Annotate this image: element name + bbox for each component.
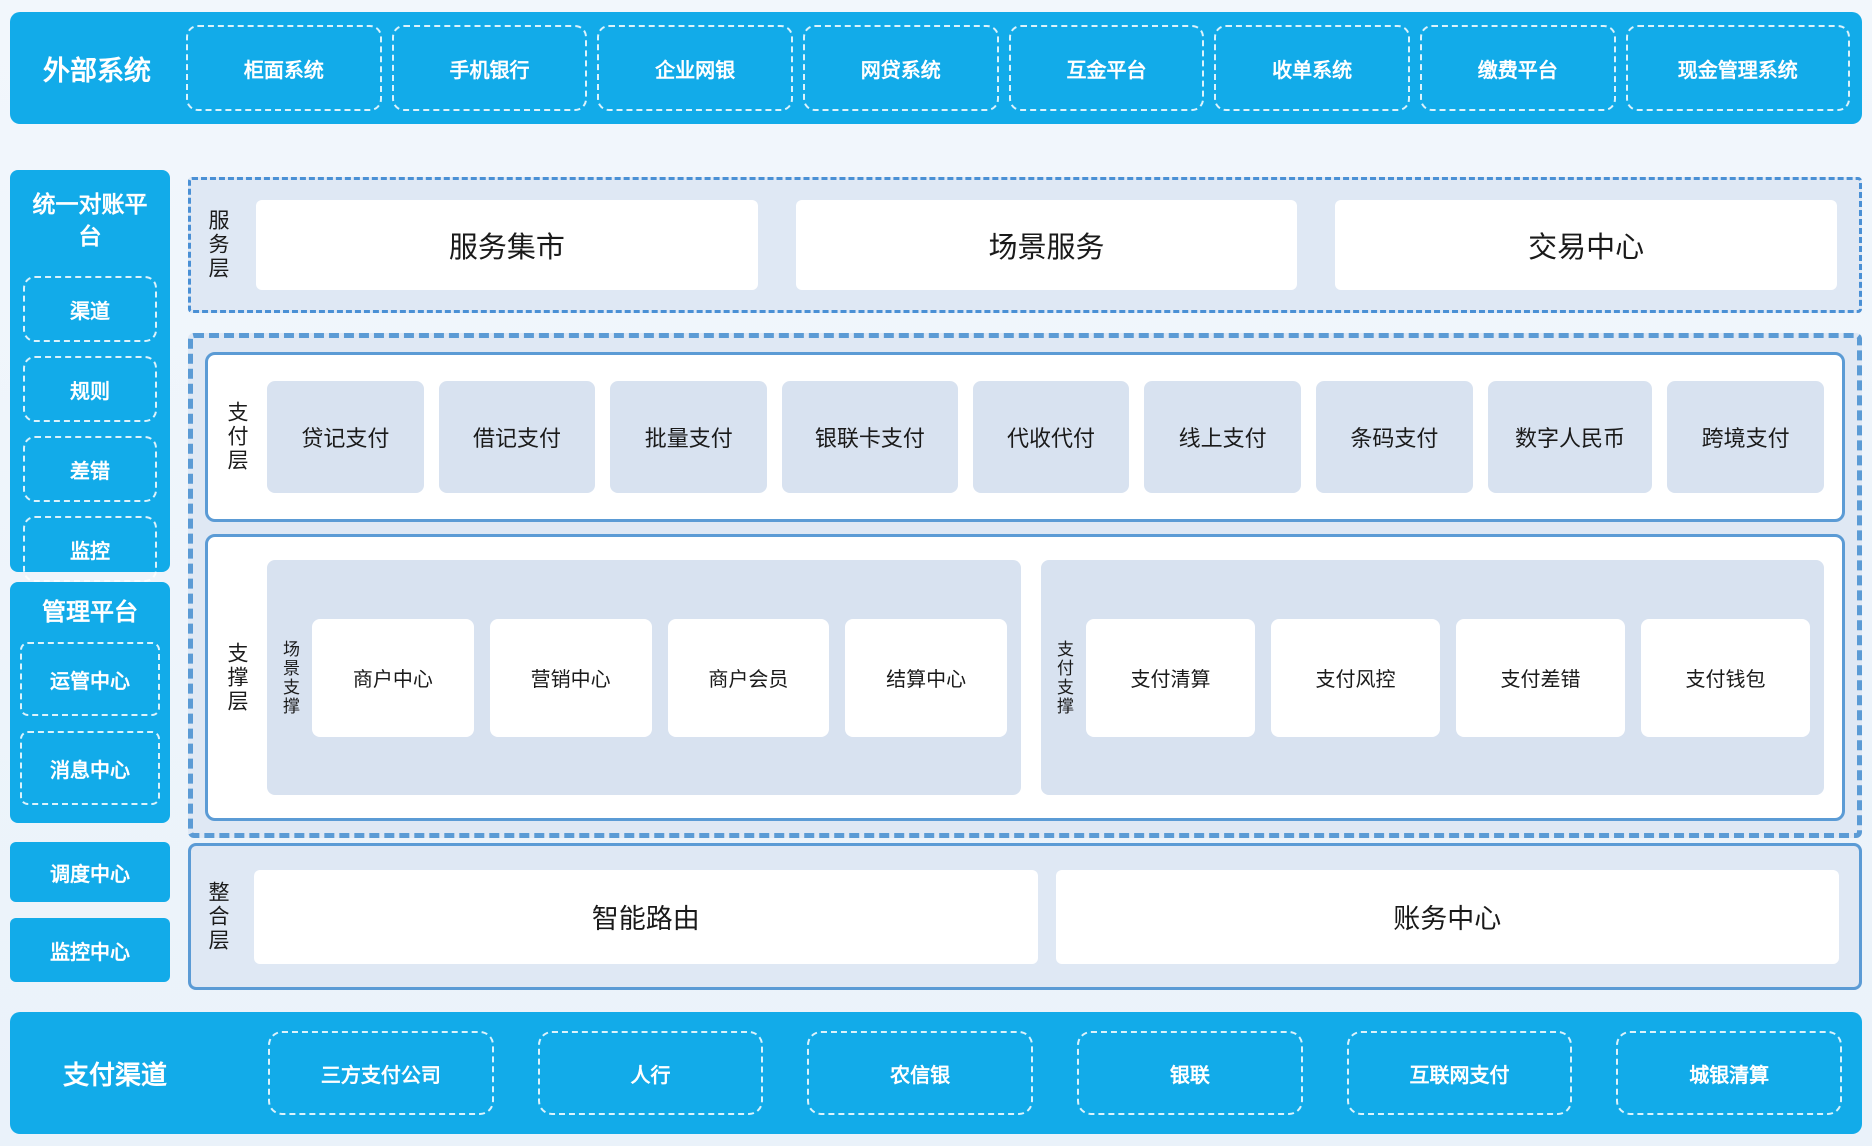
- payment-node: 批量支付: [610, 381, 767, 493]
- service-layer-items: 服务集市 场景服务 交易中心: [256, 200, 1837, 290]
- payment-channel-node: 三方支付公司: [268, 1031, 494, 1115]
- support-layer-groups: 场景支撑 商户中心 营销中心 商户会员 结算中心 支付支撑 支付清算 支付风控 …: [267, 560, 1824, 795]
- payment-channel-node: 互联网支付: [1347, 1031, 1573, 1115]
- integration-layer-items: 智能路由 账务中心: [254, 870, 1839, 964]
- support-node: 支付钱包: [1641, 619, 1810, 737]
- external-system-node: 手机银行: [392, 25, 588, 111]
- payment-channels-items: 三方支付公司 人行 农信银 银联 互联网支付 城银清算: [268, 1031, 1842, 1115]
- payment-node: 代收代付: [973, 381, 1130, 493]
- external-system-node: 互金平台: [1009, 25, 1205, 111]
- external-system-node: 企业网银: [597, 25, 793, 111]
- external-systems-title: 外部系统: [22, 49, 172, 88]
- payment-channel-node: 农信银: [807, 1031, 1033, 1115]
- reconciliation-node: 差错: [23, 436, 157, 502]
- scene-support-label: 场景支撑: [281, 640, 298, 716]
- management-platform: 管理平台 运管中心 消息中心: [10, 582, 170, 823]
- payment-node: 跨境支付: [1667, 381, 1824, 493]
- payment-node: 数字人民币: [1488, 381, 1653, 493]
- payment-support-container: 支付层 贷记支付 借记支付 批量支付 银联卡支付 代收代付 线上支付 条码支付 …: [188, 333, 1862, 838]
- management-node: 消息中心: [20, 731, 160, 805]
- integration-node: 账务中心: [1056, 870, 1840, 964]
- service-node: 场景服务: [796, 200, 1298, 290]
- payment-channels-title: 支付渠道: [30, 1055, 200, 1092]
- payment-node: 条码支付: [1316, 381, 1473, 493]
- payment-channel-node: 银联: [1077, 1031, 1303, 1115]
- external-system-node: 现金管理系统: [1626, 25, 1850, 111]
- payment-channels-bar: 支付渠道 三方支付公司 人行 农信银 银联 互联网支付 城银清算: [10, 1012, 1862, 1134]
- support-layer: 支撑层 场景支撑 商户中心 营销中心 商户会员 结算中心 支付支撑 支付清算: [205, 534, 1845, 821]
- payment-layer-items: 贷记支付 借记支付 批量支付 银联卡支付 代收代付 线上支付 条码支付 数字人民…: [267, 381, 1824, 493]
- support-node: 商户中心: [312, 619, 474, 737]
- dispatch-center-box: 调度中心: [10, 842, 170, 902]
- reconciliation-node: 监控: [23, 516, 157, 582]
- payment-channel-node: 人行: [538, 1031, 764, 1115]
- management-node: 运管中心: [20, 642, 160, 716]
- reconciliation-platform-title: 统一对账平台: [23, 188, 157, 252]
- support-layer-label: 支撑层: [226, 642, 247, 714]
- integration-node: 智能路由: [254, 870, 1038, 964]
- service-layer: 服务层 服务集市 场景服务 交易中心: [188, 177, 1862, 313]
- payment-channel-node: 城银清算: [1616, 1031, 1842, 1115]
- external-system-node: 收单系统: [1214, 25, 1410, 111]
- service-node: 交易中心: [1335, 200, 1837, 290]
- external-system-node: 网贷系统: [803, 25, 999, 111]
- payment-node: 银联卡支付: [782, 381, 958, 493]
- payment-node: 借记支付: [439, 381, 596, 493]
- payment-node: 贷记支付: [267, 381, 424, 493]
- integration-layer-label: 整合层: [207, 881, 228, 953]
- reconciliation-platform: 统一对账平台 渠道 规则 差错 监控: [10, 170, 170, 572]
- payment-architecture-diagram: 外部系统 柜面系统 手机银行 企业网银 网贷系统 互金平台 收单系统 缴费平台 …: [0, 0, 1872, 1146]
- support-node: 商户会员: [668, 619, 830, 737]
- scene-support-group: 场景支撑 商户中心 营销中心 商户会员 结算中心: [267, 560, 1021, 795]
- payment-support-label: 支付支撑: [1055, 640, 1072, 716]
- support-node: 结算中心: [845, 619, 1007, 737]
- service-layer-label: 服务层: [207, 209, 228, 281]
- support-node: 支付风控: [1271, 619, 1440, 737]
- payment-layer-label: 支付层: [226, 401, 247, 473]
- management-platform-title: 管理平台: [20, 596, 160, 630]
- external-system-node: 缴费平台: [1420, 25, 1616, 111]
- management-items: 运管中心 消息中心: [20, 642, 160, 805]
- payment-layer: 支付层 贷记支付 借记支付 批量支付 银联卡支付 代收代付 线上支付 条码支付 …: [205, 352, 1845, 522]
- support-node: 营销中心: [490, 619, 652, 737]
- integration-layer: 整合层 智能路由 账务中心: [188, 843, 1862, 990]
- service-node: 服务集市: [256, 200, 758, 290]
- payment-node: 线上支付: [1144, 381, 1301, 493]
- reconciliation-node: 渠道: [23, 276, 157, 342]
- support-node: 支付差错: [1456, 619, 1625, 737]
- monitor-center-box: 监控中心: [10, 918, 170, 982]
- external-systems-bar: 外部系统 柜面系统 手机银行 企业网银 网贷系统 互金平台 收单系统 缴费平台 …: [10, 12, 1862, 124]
- payment-support-group: 支付支撑 支付清算 支付风控 支付差错 支付钱包: [1041, 560, 1824, 795]
- support-node: 支付清算: [1086, 619, 1255, 737]
- reconciliation-node: 规则: [23, 356, 157, 422]
- external-systems-items: 柜面系统 手机银行 企业网银 网贷系统 互金平台 收单系统 缴费平台 现金管理系…: [186, 25, 1850, 111]
- reconciliation-items: 渠道 规则 差错 监控: [23, 276, 157, 582]
- external-system-node: 柜面系统: [186, 25, 382, 111]
